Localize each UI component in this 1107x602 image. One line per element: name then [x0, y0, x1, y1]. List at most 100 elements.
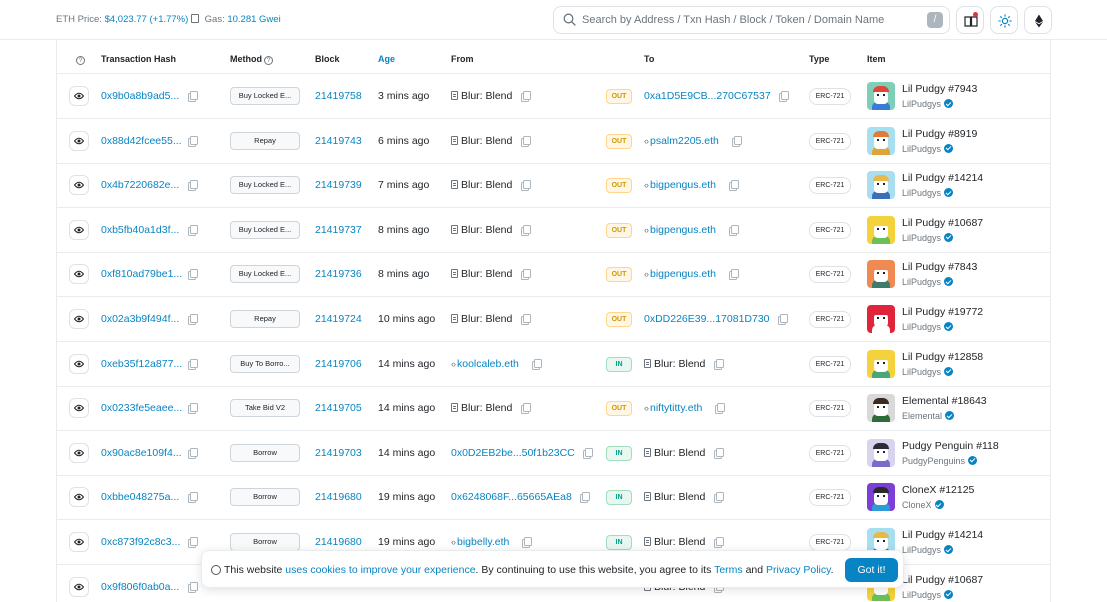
nft-collection[interactable]: LilPudgys [902, 143, 954, 154]
tx-hash-link[interactable]: 0x9b0a8b9ad5... [101, 90, 179, 102]
nft-collection[interactable]: LilPudgys [902, 589, 954, 600]
block-link[interactable]: 21419739 [315, 179, 362, 191]
nft-collection[interactable]: LilPudgys [902, 366, 954, 377]
nft-thumbnail[interactable] [867, 483, 895, 512]
tx-hash-link[interactable]: 0xc873f92c8c3... [101, 536, 180, 548]
got-it-button[interactable]: Got it! [845, 558, 898, 582]
copy-icon[interactable] [729, 269, 739, 281]
copy-icon[interactable] [714, 537, 724, 548]
copy-icon[interactable] [188, 403, 198, 415]
preview-button[interactable] [69, 442, 89, 463]
nft-collection[interactable]: CloneX [902, 500, 944, 510]
preview-button[interactable] [69, 175, 89, 196]
block-link[interactable]: 21419680 [315, 536, 362, 548]
preview-button[interactable] [69, 353, 89, 374]
contract-name[interactable]: Blur: Blend [644, 491, 705, 503]
nft-thumbnail[interactable] [867, 438, 895, 467]
copy-icon[interactable] [729, 224, 739, 236]
copy-icon[interactable] [580, 492, 590, 504]
contract-name[interactable]: Blur: Blend [451, 402, 512, 414]
nft-collection[interactable]: LilPudgys [902, 99, 954, 109]
copy-icon[interactable] [188, 358, 198, 370]
contract-name[interactable]: Blur: Blend [644, 358, 705, 370]
copy-icon[interactable] [188, 269, 198, 281]
preview-button[interactable] [69, 309, 89, 329]
copy-icon[interactable] [521, 224, 531, 236]
copy-icon[interactable] [188, 447, 198, 459]
block-link[interactable]: 21419703 [315, 447, 362, 459]
nft-collection[interactable]: LilPudgys [902, 188, 954, 198]
tx-hash-link[interactable]: 0xeb35f12a877... [101, 358, 182, 370]
nft-item-link[interactable]: Lil Pudgy #14214 [902, 529, 983, 541]
nft-collection[interactable]: LilPudgys [902, 322, 954, 332]
copy-icon[interactable] [583, 447, 593, 459]
contract-name[interactable]: Blur: Blend [451, 179, 512, 191]
copy-icon[interactable] [188, 581, 198, 593]
copy-icon[interactable] [521, 91, 531, 102]
contract-name[interactable]: Blur: Blend [644, 536, 705, 548]
block-link[interactable]: 21419736 [315, 268, 362, 280]
copy-icon[interactable] [714, 492, 724, 504]
copy-icon[interactable] [521, 135, 531, 147]
block-link[interactable]: 21419705 [315, 402, 362, 414]
tx-hash-link[interactable]: 0x88d42fcee55... [101, 135, 182, 147]
copy-icon[interactable] [521, 403, 531, 415]
tx-hash-link[interactable]: 0xb5fb40a1d3f... [101, 224, 179, 236]
contract-name[interactable]: Blur: Blend [451, 90, 512, 102]
copy-icon[interactable] [521, 269, 531, 281]
copy-icon[interactable] [188, 537, 198, 548]
nft-item-link[interactable]: Lil Pudgy #12858 [902, 351, 983, 363]
theme-toggle-button[interactable] [990, 6, 1018, 34]
ens-link[interactable]: ‹› bigpengus.eth [644, 268, 716, 280]
nft-collection[interactable]: LilPudgys [902, 232, 954, 243]
search-input[interactable]: Search by Address / Txn Hash / Block / T… [553, 6, 950, 34]
block-link[interactable]: 21419737 [315, 224, 362, 236]
copy-icon[interactable] [188, 492, 198, 504]
block-link[interactable]: 21419680 [315, 491, 362, 503]
nft-item-link[interactable]: Pudgy Penguin #118 [902, 440, 999, 452]
header-age-toggle[interactable]: Age [378, 54, 395, 64]
copy-icon[interactable] [779, 91, 789, 102]
copy-icon[interactable] [714, 358, 724, 370]
ens-link[interactable]: ‹› psalm2205.eth [644, 135, 719, 147]
preview-button[interactable] [69, 576, 89, 597]
block-link[interactable]: 21419706 [315, 358, 362, 370]
preview-button[interactable] [69, 398, 89, 419]
block-link[interactable]: 21419743 [315, 135, 362, 147]
ens-link[interactable]: ‹› bigpengus.eth [644, 224, 716, 236]
nft-collection[interactable]: LilPudgys [902, 277, 954, 287]
tx-hash-link[interactable]: 0xf810ad79be1... [101, 268, 182, 280]
ens-link[interactable]: ‹› niftytitty.eth [644, 402, 702, 414]
nft-item-link[interactable]: Lil Pudgy #19772 [902, 306, 983, 318]
nft-collection[interactable]: LilPudgys [902, 545, 954, 555]
nft-thumbnail[interactable] [867, 260, 895, 289]
ens-link[interactable]: ‹› koolcaleb.eth [451, 358, 519, 370]
contract-name[interactable]: Blur: Blend [644, 447, 705, 459]
copy-icon[interactable] [188, 180, 198, 192]
copy-icon[interactable] [714, 447, 724, 459]
nft-item-link[interactable]: Lil Pudgy #8919 [902, 128, 977, 140]
contract-name[interactable]: Blur: Blend [451, 224, 512, 236]
address-link[interactable]: 0x6248068F...65665AEa8 [451, 491, 572, 503]
contract-name[interactable]: Blur: Blend [451, 268, 512, 280]
nft-item-link[interactable]: Lil Pudgy #10687 [902, 217, 983, 229]
cookie-policy-link[interactable]: uses cookies to improve your experience [285, 564, 475, 576]
copy-icon[interactable] [715, 403, 725, 415]
ens-link[interactable]: ‹› bigbelly.eth [451, 536, 509, 548]
gas-value[interactable]: 10.281 Gwei [227, 14, 280, 25]
preview-button[interactable] [69, 86, 89, 106]
tx-hash-link[interactable]: 0x0233fe5eaee... [101, 402, 182, 414]
copy-icon[interactable] [188, 135, 198, 147]
nft-thumbnail[interactable] [867, 349, 895, 378]
copy-icon[interactable] [188, 91, 198, 102]
nft-item-link[interactable]: Elemental #18643 [902, 395, 987, 407]
contract-name[interactable]: Blur: Blend [451, 313, 512, 325]
nft-thumbnail[interactable] [867, 215, 895, 244]
tx-hash-link[interactable]: 0x9f806f0ab0a... [101, 581, 179, 593]
tx-hash-link[interactable]: 0x90ac8e109f4... [101, 447, 182, 459]
copy-icon[interactable] [532, 358, 542, 370]
block-link[interactable]: 21419758 [315, 90, 362, 102]
address-link[interactable]: 0x0D2EB2be...50f1b23CC [451, 447, 575, 459]
preview-button[interactable] [69, 487, 89, 508]
nft-item-link[interactable]: Lil Pudgy #14214 [902, 172, 983, 184]
